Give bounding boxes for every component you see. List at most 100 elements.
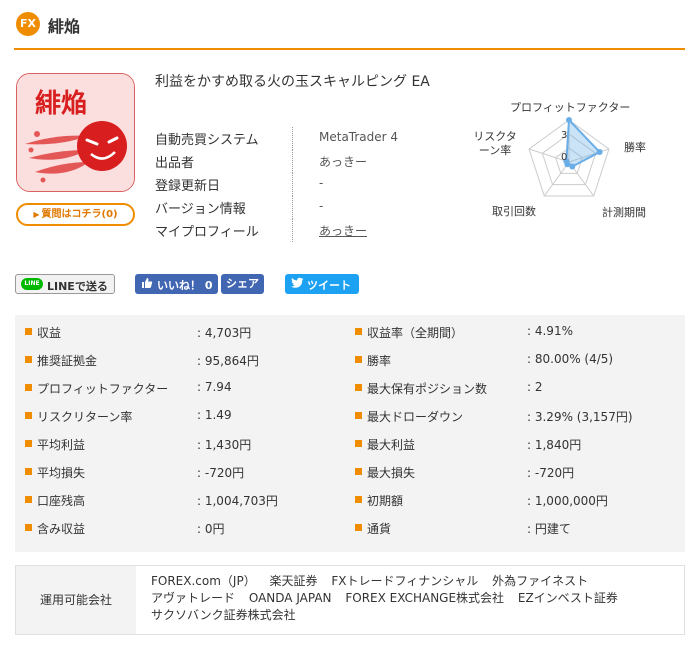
thumbs-up-icon bbox=[141, 277, 153, 292]
bullet-square-icon bbox=[25, 328, 32, 335]
bullet-square-icon bbox=[25, 440, 32, 447]
fx-badge: FX bbox=[16, 12, 40, 36]
company-link[interactable]: FOREX EXCHANGE株式会社 bbox=[345, 591, 504, 605]
stat-average-profit: 平均利益: 1,430円 bbox=[25, 430, 345, 458]
stat-label: 最大損失 bbox=[367, 466, 416, 480]
stat-max-profit: 最大利益: 1,840円 bbox=[355, 430, 675, 458]
info-label: 登録更新日 bbox=[155, 179, 221, 194]
info-row-profile: マイプロフィール あっきー bbox=[155, 219, 445, 242]
divider bbox=[292, 196, 293, 219]
twitter-bird-icon bbox=[291, 277, 304, 292]
stat-label: 口座残高 bbox=[37, 494, 86, 508]
bullet-square-icon bbox=[25, 524, 32, 531]
facebook-share-button[interactable]: シェア bbox=[221, 274, 264, 294]
stat-win-rate: 勝率 : 80.00% (4/5) bbox=[355, 346, 675, 374]
available-companies: 運用可能会社 FOREX.com（JP） 楽天証券 FXトレードフィナンシャル … bbox=[15, 565, 685, 635]
bullet-square-icon bbox=[355, 468, 362, 475]
companies-label: 運用可能会社 bbox=[16, 566, 136, 634]
company-link[interactable]: OANDA JAPAN bbox=[249, 591, 332, 605]
bullet-square-icon bbox=[25, 384, 32, 391]
stat-profit: 収益: 4,703円 bbox=[25, 318, 345, 346]
logo-text: 緋焔 bbox=[35, 88, 87, 119]
company-link[interactable]: サクソバンク証券株式会社 bbox=[151, 608, 296, 622]
radar-series bbox=[565, 117, 602, 168]
stat-currency: 通貨: 円建て bbox=[355, 514, 675, 542]
stat-label: プロフィットファクター bbox=[37, 382, 169, 396]
bullet-square-icon bbox=[25, 356, 32, 363]
stat-max-drawdown: 最大ドローダウン : 3.29% (3,157円) bbox=[355, 402, 675, 430]
info-value: - bbox=[319, 176, 324, 190]
product-title: 利益をかすめ取る火の玉スキャルピング EA bbox=[155, 74, 430, 90]
product-logo: 緋焔 bbox=[16, 73, 135, 192]
stat-recommended-margin: 推奨証拠金: 95,864円 bbox=[25, 346, 345, 374]
radar-axis-label: プロフィットファクター bbox=[510, 101, 631, 114]
stat-label: 含み収益 bbox=[37, 522, 86, 536]
info-label: 自動売買システム bbox=[155, 133, 259, 148]
question-button[interactable]: ▶ 質問はコチラ(0) bbox=[16, 203, 135, 226]
bullet-square-icon bbox=[355, 412, 362, 419]
line-share-label: LINEで送る bbox=[47, 280, 108, 293]
stat-risk-return: リスクリターン率 : 1.49 bbox=[25, 402, 345, 430]
info-row-seller: 出品者 あっきー bbox=[155, 150, 445, 173]
stat-max-positions: 最大保有ポジション数 : 2 bbox=[355, 374, 675, 402]
stat-value: : -720円 bbox=[197, 466, 245, 480]
stat-balance: 口座残高: 1,004,703円 bbox=[25, 486, 345, 514]
company-link[interactable]: EZインベスト証券 bbox=[518, 591, 618, 605]
company-link[interactable]: FXトレードフィナンシャル bbox=[331, 574, 478, 588]
radar-spoke bbox=[543, 161, 570, 197]
stat-value: : 円建て bbox=[527, 522, 571, 536]
facebook-like-button[interactable]: いいね！ 0 bbox=[135, 274, 218, 294]
company-link[interactable]: 外為ファイネスト bbox=[492, 574, 588, 588]
info-value: あっきー bbox=[319, 155, 368, 169]
stat-value: : 4,703円 bbox=[197, 326, 252, 340]
radar-axis-label: リスクターン率 bbox=[473, 130, 517, 157]
line-share-button[interactable]: LINE LINEで送る bbox=[15, 274, 115, 294]
info-value: - bbox=[319, 199, 324, 213]
divider bbox=[292, 150, 293, 173]
line-icon: LINE bbox=[21, 278, 43, 290]
stat-value: : 4.91% bbox=[527, 324, 573, 338]
company-link[interactable]: FOREX.com（JP） bbox=[151, 574, 256, 588]
stat-value: : 1,840円 bbox=[527, 438, 582, 452]
radar-scale-label: 0 bbox=[561, 152, 568, 163]
company-link[interactable]: アヴァトレード bbox=[151, 591, 235, 605]
page-header: FX 緋焔 bbox=[14, 10, 685, 50]
radar-axis-label: 勝率 bbox=[624, 141, 646, 154]
bullet-square-icon bbox=[355, 356, 362, 363]
stat-value: : 1.49 bbox=[197, 408, 232, 422]
profile-link[interactable]: あっきー bbox=[319, 222, 367, 239]
tweet-label: ツイート bbox=[307, 279, 351, 292]
stat-value: : -720円 bbox=[527, 466, 575, 480]
divider bbox=[292, 219, 293, 242]
product-info: 自動売買システム MetaTrader 4 出品者 あっきー 登録更新日 - バ… bbox=[155, 127, 445, 242]
radar-point bbox=[566, 117, 572, 123]
tweet-button[interactable]: ツイート bbox=[285, 274, 359, 294]
info-value: MetaTrader 4 bbox=[319, 130, 399, 144]
stat-label: リスクリターン率 bbox=[37, 410, 133, 424]
bullet-square-icon bbox=[355, 524, 362, 531]
radar-axis-label: 計測期間 bbox=[602, 206, 646, 219]
bullet-square-icon bbox=[355, 440, 362, 447]
bullet-square-icon bbox=[25, 412, 32, 419]
stat-value: : 80.00% (4/5) bbox=[527, 352, 614, 366]
question-button-label: 質問はコチラ(0) bbox=[41, 209, 118, 220]
stat-value: : 7.94 bbox=[197, 380, 232, 394]
stat-value: : 3.29% (3,157円) bbox=[527, 410, 633, 424]
bullet-square-icon bbox=[355, 328, 362, 335]
stat-label: 平均損失 bbox=[37, 466, 86, 480]
radar-point bbox=[596, 149, 603, 156]
stat-value: : 2 bbox=[527, 380, 543, 394]
stat-label: 初期額 bbox=[367, 494, 404, 508]
stat-label: 最大ドローダウン bbox=[367, 410, 464, 424]
info-label: バージョン情報 bbox=[155, 202, 246, 217]
stat-label: 収益率（全期間） bbox=[367, 326, 464, 340]
stat-label: 最大保有ポジション数 bbox=[367, 382, 488, 396]
companies-list: FOREX.com（JP） 楽天証券 FXトレードフィナンシャル 外為ファイネス… bbox=[151, 573, 671, 624]
stat-value: : 1,430円 bbox=[197, 438, 252, 452]
stat-unrealized: 含み収益: 0円 bbox=[25, 514, 345, 542]
info-row-version: バージョン情報 - bbox=[155, 196, 445, 219]
company-link[interactable]: 楽天証券 bbox=[270, 574, 318, 588]
stat-max-loss: 最大損失 : -720円 bbox=[355, 458, 675, 486]
bullet-square-icon bbox=[355, 384, 362, 391]
stat-label: 勝率 bbox=[367, 354, 392, 368]
